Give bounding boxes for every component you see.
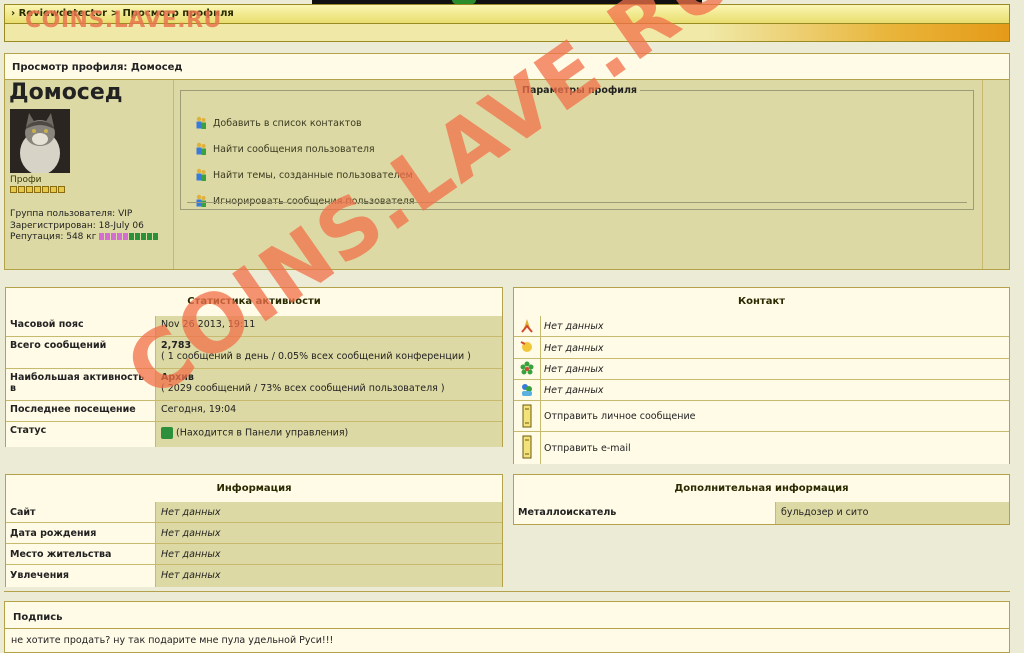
list-item[interactable]: Отправить e-mail [514,432,1009,464]
rank-pip [26,186,33,193]
rank-pip [10,186,17,193]
list-item: Нет данных [514,380,1009,401]
info-value: Нет данных [156,523,502,543]
signature-text: не хотите продать? ну так подарите мне п… [11,635,334,646]
yahoo-icon [514,337,541,358]
table-row: Последнее посещение Сегодня, 19:04 [6,401,502,422]
username: Домосед [9,80,123,105]
stat-value-cell: (Находится в Панели управления) [156,422,502,447]
list-item[interactable]: Отправить личное сообщение [514,401,1009,432]
stat-label: Статус [6,422,156,447]
signature-header: Подпись [4,601,1010,629]
find-posts-label: Найти сообщения пользователя [213,143,375,155]
profile-side-column [982,80,1009,269]
list-item: Нет данных [514,316,1009,337]
aim-icon [514,316,541,336]
send-pm-link[interactable]: Отправить личное сообщение [544,411,695,422]
cat-avatar-image [10,109,70,175]
rank-pip [34,186,41,193]
user-reputation-row: Репутация: 548 кг [10,232,159,244]
rank-pip [42,186,49,193]
table-row: Статус (Находится в Панели управления) [6,422,502,447]
email-icon [514,432,541,464]
divider [4,591,1010,592]
users-icon [195,194,207,208]
user-rank: Профи [10,175,42,185]
extra-info-title: Дополнительная информация [514,475,1009,503]
info-label: Дата рождения [6,523,156,543]
add-contact-label: Добавить в список контактов [213,117,362,129]
users-icon [195,116,207,130]
user-reputation: Репутация: 548 кг [10,232,97,242]
table-row: Дата рождения Нет данных [6,523,502,544]
rank-pip [50,186,57,193]
signature-body: не хотите продать? ну так подарите мне п… [4,629,1010,653]
contact-title: Контакт [514,288,1009,317]
info-label: Увлечения [6,565,156,587]
send-email-link[interactable]: Отправить e-mail [544,443,631,454]
stat-value: Сегодня, 19:04 [156,401,502,421]
contact-value: Нет данных [544,321,604,332]
profile-header-title: Просмотр профиля: Домосед [12,62,183,73]
user-details: Группа пользователя: VIP Зарегистрирован… [10,209,159,244]
stat-label: Последнее посещение [6,401,156,421]
info-label: Сайт [6,502,156,522]
rank-pip [18,186,25,193]
online-status-icon [161,427,173,439]
find-posts-link[interactable]: Найти сообщения пользователя [195,142,375,156]
signature-title: Подпись [13,612,63,623]
list-item: Нет данных [514,337,1009,359]
user-group: Группа пользователя: VIP [10,209,133,219]
extra-label: Металлоискатель [514,502,776,524]
add-contact-link[interactable]: Добавить в список контактов [195,116,362,130]
contact-panel: Контакт Нет данных Нет данных Нет данных… [513,287,1010,464]
user-card: Домосед Профи Группа пользователя: VIP З… [5,80,174,269]
users-icon [195,142,207,156]
info-label: Место жительства [6,544,156,564]
contact-value: Нет данных [544,385,604,396]
stat-value: (Находится в Панели управления) [176,427,349,439]
contact-value: Нет данных [544,364,604,375]
pm-icon [514,401,541,431]
table-row: Увлечения Нет данных [6,565,502,587]
extra-info-panel: Дополнительная информация Металлоискател… [513,474,1010,525]
list-item: Нет данных [514,359,1009,380]
info-value: Нет данных [156,565,502,587]
users-icon [195,168,207,182]
watermark-top: COINS.LAVE.RU [25,8,222,33]
info-value: Нет данных [156,544,502,564]
table-row: Металлоискатель бульдозер и сито [514,502,1009,524]
table-row: Сайт Нет данных [6,502,502,523]
icq-icon [514,359,541,379]
contact-value: Нет данных [544,343,604,354]
avatar [10,109,70,175]
info-panel: Информация Сайт Нет данных Дата рождения… [5,474,503,587]
reputation-bar [99,233,159,240]
info-title: Информация [6,475,502,503]
rank-pips [10,186,65,193]
info-value: Нет данных [156,502,502,522]
user-registered: Зарегистрирован: 18-July 06 [10,220,144,231]
table-row: Наибольшая активность в Архив( 2029 сооб… [6,369,502,401]
rank-pip [58,186,65,193]
extra-value: бульдозер и сито [776,502,1009,524]
msn-icon [514,380,541,400]
table-row: Место жительства Нет данных [6,544,502,565]
